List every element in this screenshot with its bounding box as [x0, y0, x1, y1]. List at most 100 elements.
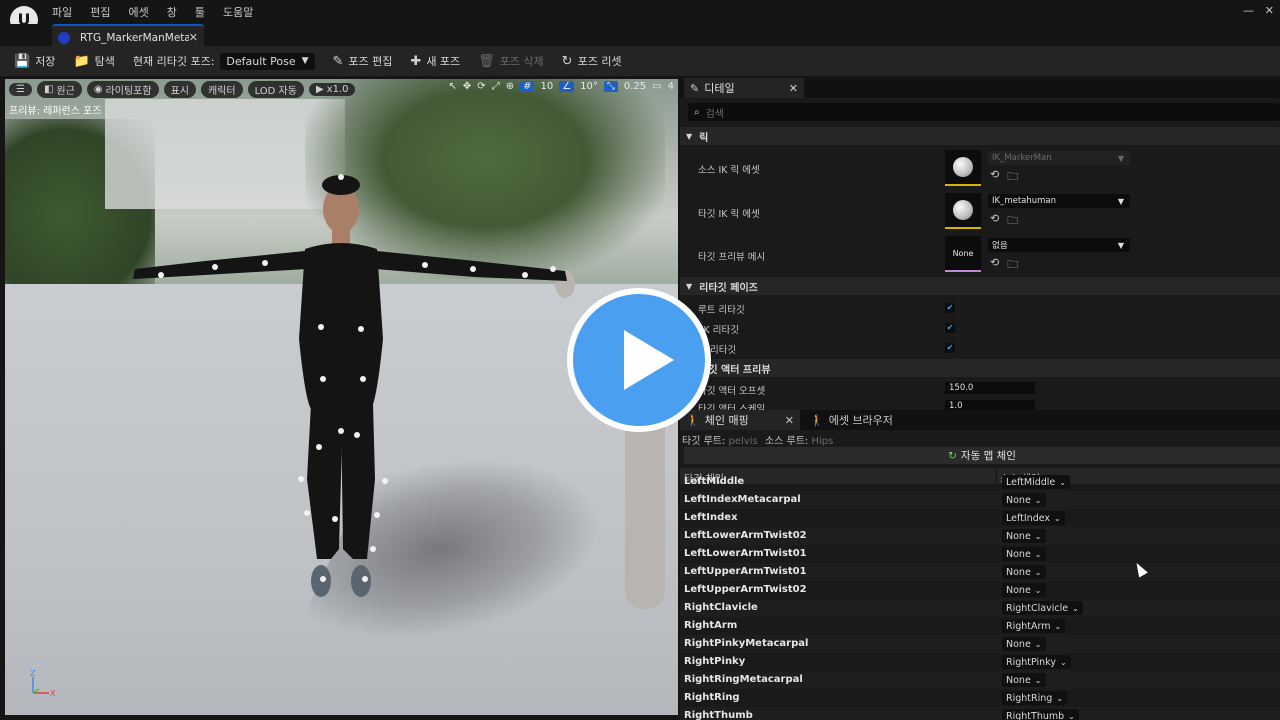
save-button[interactable]: 💾 저장: [14, 53, 55, 69]
grid-snap-icon[interactable]: #: [520, 81, 535, 92]
lighting-button[interactable]: ◉ 라이팅포함: [86, 80, 159, 98]
character-button[interactable]: 캐릭터: [200, 80, 243, 98]
document-tab-close-icon[interactable]: ✕: [189, 31, 198, 44]
root-retarget-checkbox[interactable]: ✔: [945, 303, 955, 313]
chain-row[interactable]: LeftIndexMetacarpal None ⌄: [680, 491, 1280, 509]
chain-mapping-tab[interactable]: 🚶 체인 매핑 ✕: [680, 410, 800, 430]
target-ik-thumbnail[interactable]: [945, 193, 981, 229]
menu-item-help[interactable]: 도움말: [223, 4, 253, 20]
chain-row[interactable]: RightClavicle RightClavicle ⌄: [680, 599, 1280, 617]
world-space-icon[interactable]: ⊕: [506, 81, 514, 92]
perspective-button[interactable]: ◧ 원근: [36, 80, 82, 98]
chain-row[interactable]: LeftLowerArmTwist02 None ⌄: [680, 527, 1280, 545]
use-selected-icon[interactable]: ⟲: [990, 168, 999, 187]
target-ik-dropdown[interactable]: IK_metahuman ▼: [988, 194, 1130, 208]
menu-item-window[interactable]: 창: [167, 4, 177, 20]
chain-row[interactable]: LeftUpperArmTwist01 None ⌄: [680, 563, 1280, 581]
chain-row[interactable]: RightPinky RightPinky ⌄: [680, 653, 1280, 671]
grid-snap-value[interactable]: 10: [540, 81, 553, 92]
chain-row[interactable]: LeftUpperArmTwist02 None ⌄: [680, 581, 1280, 599]
source-chain-dropdown[interactable]: None ⌄: [1002, 583, 1046, 597]
source-chain-dropdown[interactable]: RightPinky ⌄: [1002, 655, 1071, 669]
chain-row[interactable]: LeftIndex LeftIndex ⌄: [680, 509, 1280, 527]
source-chain-dropdown[interactable]: RightClavicle ⌄: [1002, 601, 1083, 615]
video-play-button[interactable]: [567, 288, 711, 432]
camera-speed-value[interactable]: 4: [668, 81, 674, 92]
rotate-tool-icon[interactable]: ⟳: [477, 81, 485, 92]
asset-sphere-icon: [953, 200, 973, 220]
camera-speed-icon[interactable]: ▭: [652, 81, 661, 92]
chain-row[interactable]: LeftMiddle LeftMiddle ⌄: [680, 473, 1280, 491]
asset-browser-tab[interactable]: 🚶 에셋 브라우저: [810, 412, 893, 428]
section-target-actor-preview[interactable]: ▼ 타깃 액터 프리뷰: [680, 359, 1280, 377]
scale-snap-value[interactable]: 0.25: [624, 81, 646, 92]
details-search-input[interactable]: ⌕ 검색: [688, 103, 1280, 121]
minimize-button[interactable]: —: [1243, 4, 1254, 17]
menu-item-asset[interactable]: 에셋: [129, 4, 149, 20]
chain-row[interactable]: RightRing RightRing ⌄: [680, 689, 1280, 707]
move-tool-icon[interactable]: ✥: [463, 81, 471, 92]
source-chain-dropdown[interactable]: None ⌄: [1002, 529, 1046, 543]
chain-row[interactable]: RightThumb RightThumb ⌄: [680, 707, 1280, 720]
chevron-down-icon: ⌄: [1034, 549, 1042, 559]
edit-pose-button[interactable]: ✎ 포즈 편집: [333, 53, 393, 69]
source-chain-dropdown[interactable]: None ⌄: [1002, 673, 1046, 687]
browse-folder-icon[interactable]: 🗀: [1007, 256, 1018, 275]
chain-row[interactable]: RightPinkyMetacarpal None ⌄: [680, 635, 1280, 653]
rotation-snap-value[interactable]: 10°: [580, 81, 598, 92]
target-preview-thumbnail[interactable]: None: [945, 236, 981, 272]
source-chain-dropdown[interactable]: RightThumb ⌄: [1002, 709, 1079, 720]
source-chain-dropdown[interactable]: None ⌄: [1002, 493, 1046, 507]
current-pose-dropdown[interactable]: Default Pose ▼: [220, 52, 315, 70]
ik-retarget-checkbox[interactable]: ✔: [945, 343, 955, 353]
source-chain-dropdown[interactable]: None ⌄: [1002, 547, 1046, 561]
section-rig[interactable]: ▼ 릭: [680, 127, 1280, 145]
lod-button[interactable]: LOD 자동: [247, 80, 304, 98]
viewport-menu-button[interactable]: ☰: [9, 82, 32, 96]
target-chain-name: RightClavicle: [684, 602, 758, 613]
chevron-down-icon: ⌄: [1059, 657, 1067, 667]
source-ik-thumbnail[interactable]: [945, 150, 981, 186]
details-tab-label: 디테일: [704, 82, 735, 95]
chain-row[interactable]: LeftLowerArmTwist01 None ⌄: [680, 545, 1280, 563]
target-preview-dropdown[interactable]: 없음 ▼: [988, 238, 1130, 252]
fk-retarget-checkbox[interactable]: ✔: [945, 323, 955, 333]
document-tab[interactable]: RTG_MarkerManMetah... ✕: [52, 24, 204, 46]
source-chain-dropdown[interactable]: LeftMiddle ⌄: [1002, 475, 1070, 489]
source-chain-dropdown[interactable]: LeftIndex ⌄: [1002, 511, 1065, 525]
show-button[interactable]: 표시: [163, 80, 196, 98]
select-tool-icon[interactable]: ↖: [449, 81, 457, 92]
auto-map-chains-button[interactable]: ↻ 자동 맵 체인: [684, 447, 1280, 464]
source-chain-dropdown[interactable]: RightArm ⌄: [1002, 619, 1066, 633]
chain-table-body: LeftMiddle LeftMiddle ⌄ LeftIndexMetacarpal…: [680, 475, 1280, 720]
rotation-snap-icon[interactable]: ∠: [559, 81, 575, 92]
chain-row[interactable]: RightArm RightArm ⌄: [680, 617, 1280, 635]
browse-folder-icon[interactable]: 🗀: [1007, 168, 1018, 187]
new-pose-button[interactable]: ✚ 새 포즈: [410, 53, 460, 69]
menu-item-tools[interactable]: 툴: [195, 4, 205, 20]
actor-offset-field[interactable]: 150.0: [945, 382, 1035, 394]
use-selected-icon[interactable]: ⟲: [990, 256, 999, 275]
details-tab[interactable]: ✎ 디테일 ✕: [684, 78, 804, 98]
delete-pose-button[interactable]: 🗑 포즈 삭제: [478, 53, 544, 69]
chain-row[interactable]: RightRingMetacarpal None ⌄: [680, 671, 1280, 689]
menu-item-edit[interactable]: 편집: [90, 4, 110, 20]
person-icon: 🚶: [810, 413, 824, 427]
section-retarget-phases[interactable]: ▼ 리타깃 페이즈: [680, 277, 1280, 295]
browse-folder-icon[interactable]: 🗀: [1007, 212, 1018, 231]
source-chain-dropdown[interactable]: None ⌄: [1002, 637, 1046, 651]
close-window-button[interactable]: ✕: [1265, 4, 1274, 17]
reset-pose-button[interactable]: ↻ 포즈 리셋: [562, 53, 622, 69]
scale-snap-icon[interactable]: ⤡: [603, 81, 618, 92]
menu-item-file[interactable]: 파일: [52, 4, 72, 20]
source-chain-dropdown[interactable]: RightRing ⌄: [1002, 691, 1068, 705]
play-speed-button[interactable]: ▶ x1.0: [308, 82, 356, 96]
scale-tool-icon[interactable]: ⤢: [492, 81, 500, 92]
browse-button[interactable]: 📁 탐색: [73, 53, 114, 69]
details-tab-close-icon[interactable]: ✕: [789, 82, 798, 95]
source-ik-dropdown[interactable]: IK_MarkerMan ▼: [988, 151, 1130, 165]
chain-tab-bar: 🚶 체인 매핑 ✕ 🚶 에셋 브라우저: [680, 410, 1280, 430]
chain-tab-close-icon[interactable]: ✕: [785, 414, 794, 427]
use-selected-icon[interactable]: ⟲: [990, 212, 999, 231]
source-chain-dropdown[interactable]: None ⌄: [1002, 565, 1046, 579]
